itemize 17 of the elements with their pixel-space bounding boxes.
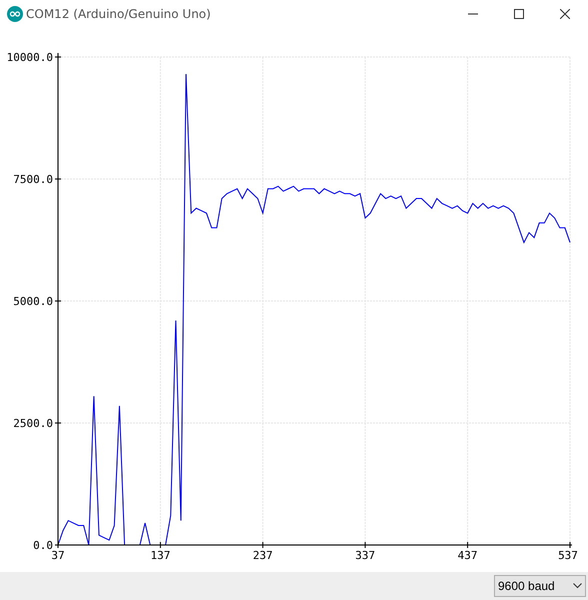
baud-rate-dropdown[interactable]: 9600 baud — [494, 575, 586, 597]
close-icon — [560, 9, 570, 19]
x-tick-label: 537 — [558, 549, 578, 562]
app-logo-icon — [7, 6, 23, 22]
y-tick-label: 0.0 — [33, 539, 53, 552]
y-tick-label: 5000.0 — [13, 295, 53, 308]
chevron-down-icon — [573, 583, 582, 589]
x-tick-label: 237 — [252, 549, 273, 562]
x-tick-label: 437 — [458, 549, 478, 562]
x-tick-label: 37 — [51, 549, 65, 562]
y-tick-label: 2500.0 — [13, 417, 53, 430]
y-tick-label: 7500.0 — [13, 173, 53, 186]
x-tick-label: 337 — [355, 549, 376, 562]
maximize-icon — [514, 9, 524, 19]
x-tick-label: 137 — [150, 549, 170, 562]
y-tick-label: 10000.0 — [6, 51, 53, 64]
window-title: COM12 (Arduino/Genuino Uno) — [26, 6, 211, 23]
